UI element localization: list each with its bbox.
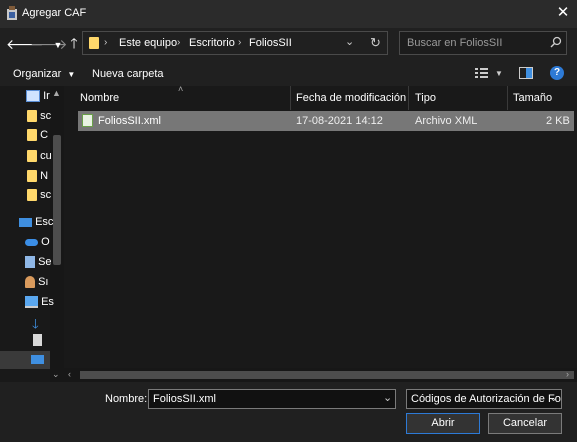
document-icon[interactable] xyxy=(33,334,42,346)
scroll-up-icon[interactable]: ▲ xyxy=(52,88,61,98)
folder-icon xyxy=(27,150,37,163)
filename-dropdown-icon[interactable]: ⌄ xyxy=(383,391,392,404)
document-icon xyxy=(26,90,40,103)
close-icon: ✕ xyxy=(556,4,570,21)
sidebar-item-2[interactable]: sc xyxy=(27,110,52,123)
sidebar-item-label: Se xyxy=(38,256,52,268)
sidebar-item-3[interactable]: C xyxy=(27,129,49,142)
up-button[interactable]: 🡑 xyxy=(67,35,81,51)
breadcrumb-este-equipo[interactable]: Este equipo xyxy=(119,37,177,49)
search-icon xyxy=(550,36,562,51)
filetype-select[interactable]: Códigos de Autorización de Fol xyxy=(406,389,562,409)
column-fecha-modificacion[interactable]: Fecha de modificación xyxy=(296,92,406,104)
sidebar-item-1[interactable]: Ir xyxy=(26,90,50,103)
forward-button[interactable]: 🡒 xyxy=(30,36,68,52)
scroll-left-icon[interactable]: ‹ xyxy=(68,369,71,379)
sidebar-item-label: Sı xyxy=(38,276,49,288)
building-icon xyxy=(25,256,35,269)
new-folder-button[interactable]: Nueva carpeta xyxy=(92,68,164,80)
app-icon xyxy=(6,6,18,20)
folder-icon xyxy=(27,170,37,183)
sidebar-item-5[interactable]: N xyxy=(27,170,49,183)
search-input[interactable]: Buscar en FoliosSII xyxy=(399,31,567,55)
address-bar[interactable]: › Este equipo › Escritorio › FoliosSII ⌄… xyxy=(82,31,388,55)
sidebar-item-label: Ir xyxy=(43,90,50,102)
view-dropdown-icon[interactable]: ▼ xyxy=(495,69,503,78)
refresh-icon[interactable]: ↻ xyxy=(370,35,381,51)
sidebar-item-11[interactable]: Es xyxy=(25,296,54,309)
sidebar-item-label: C xyxy=(40,129,49,141)
organize-button[interactable]: Organizar ▼ xyxy=(13,68,75,80)
chevron-right-icon: › xyxy=(177,37,181,48)
computer-icon xyxy=(25,296,38,309)
folder-icon xyxy=(27,189,37,202)
user-icon xyxy=(25,276,35,289)
search-placeholder: Buscar en FoliosSII xyxy=(407,37,503,49)
xml-file-icon xyxy=(82,114,93,127)
scroll-right-icon[interactable]: › xyxy=(566,369,569,379)
table-row[interactable]: FoliosSII.xml 17-08-2021 14:12 Archivo X… xyxy=(78,111,574,131)
sidebar-item-label: O xyxy=(41,236,50,248)
filename-value: FoliosSII.xml xyxy=(153,393,216,405)
organize-label: Organizar xyxy=(13,68,62,80)
column-tamano[interactable]: Tamaño xyxy=(513,92,552,104)
breadcrumb-escritorio[interactable]: Escritorio xyxy=(189,37,235,49)
filename-input[interactable]: FoliosSII.xml xyxy=(148,389,396,409)
sidebar-item-label: cu xyxy=(40,150,52,162)
scroll-down-icon[interactable]: ⌄ xyxy=(52,369,60,380)
recent-locations-button[interactable]: ▼ xyxy=(52,37,64,53)
sidebar-item-10[interactable]: Sı xyxy=(25,276,49,289)
title-bar xyxy=(0,0,577,28)
arrow-up-icon: 🡑 xyxy=(70,35,78,51)
open-button[interactable]: Abrir xyxy=(406,413,480,434)
window-title: Agregar CAF xyxy=(22,7,87,19)
desktop-icon xyxy=(31,355,44,364)
horizontal-scroll-thumb[interactable] xyxy=(80,371,574,379)
sidebar-item-label: sc xyxy=(40,189,52,201)
command-bar xyxy=(0,62,577,86)
sidebar-item-onedrive[interactable]: O xyxy=(25,236,50,248)
column-nombre[interactable]: Nombre xyxy=(80,92,119,104)
folder-icon xyxy=(27,110,37,123)
close-button[interactable]: ✕ xyxy=(553,3,573,23)
breadcrumb-foliossii[interactable]: FoliosSII xyxy=(249,37,292,49)
column-header: Nombre Fecha de modificación Tipo Tamaño xyxy=(76,86,577,110)
chevron-right-icon: › xyxy=(238,37,242,48)
folder-icon xyxy=(27,129,37,142)
sidebar-item-escritorio[interactable]: Esc xyxy=(19,216,53,228)
folder-icon xyxy=(89,37,99,49)
chevron-right-icon: › xyxy=(104,37,108,48)
address-dropdown-icon[interactable]: ⌄ xyxy=(345,35,354,48)
file-modified: 17-08-2021 14:12 xyxy=(296,115,383,127)
view-options-icon[interactable] xyxy=(475,67,489,82)
sidebar-item-9[interactable]: Se xyxy=(25,256,52,269)
column-tipo[interactable]: Tipo xyxy=(415,92,436,104)
sidebar-item-6[interactable]: sc xyxy=(27,189,52,202)
help-icon[interactable]: ? xyxy=(550,66,564,80)
cancel-button[interactable]: Cancelar xyxy=(488,413,562,434)
file-type: Archivo XML xyxy=(415,115,478,127)
onedrive-icon xyxy=(25,238,38,246)
desktop-icon xyxy=(19,217,32,227)
sidebar-item-4[interactable]: cu xyxy=(27,150,52,163)
file-size: 2 KB xyxy=(546,115,570,127)
chevron-down-icon: ▼ xyxy=(53,40,63,50)
sidebar-item-label: N xyxy=(40,170,49,182)
preview-pane-icon[interactable] xyxy=(519,67,533,82)
filename-label: Nombre: xyxy=(105,393,148,405)
sidebar-item-selected[interactable] xyxy=(0,351,50,369)
sidebar-item-label: Esc xyxy=(35,216,54,228)
back-button[interactable]: 🡐 xyxy=(6,36,44,52)
chevron-down-icon: ▼ xyxy=(67,70,76,79)
filetype-dropdown-icon[interactable]: ⌄ xyxy=(549,391,558,404)
sidebar-item-label: sc xyxy=(40,110,52,122)
navigation-pane-scroll-thumb[interactable] xyxy=(53,135,61,265)
filetype-value: Códigos de Autorización de Fol xyxy=(411,393,562,405)
file-name: FoliosSII.xml xyxy=(98,115,161,127)
sidebar-item-label: Es xyxy=(41,296,54,308)
